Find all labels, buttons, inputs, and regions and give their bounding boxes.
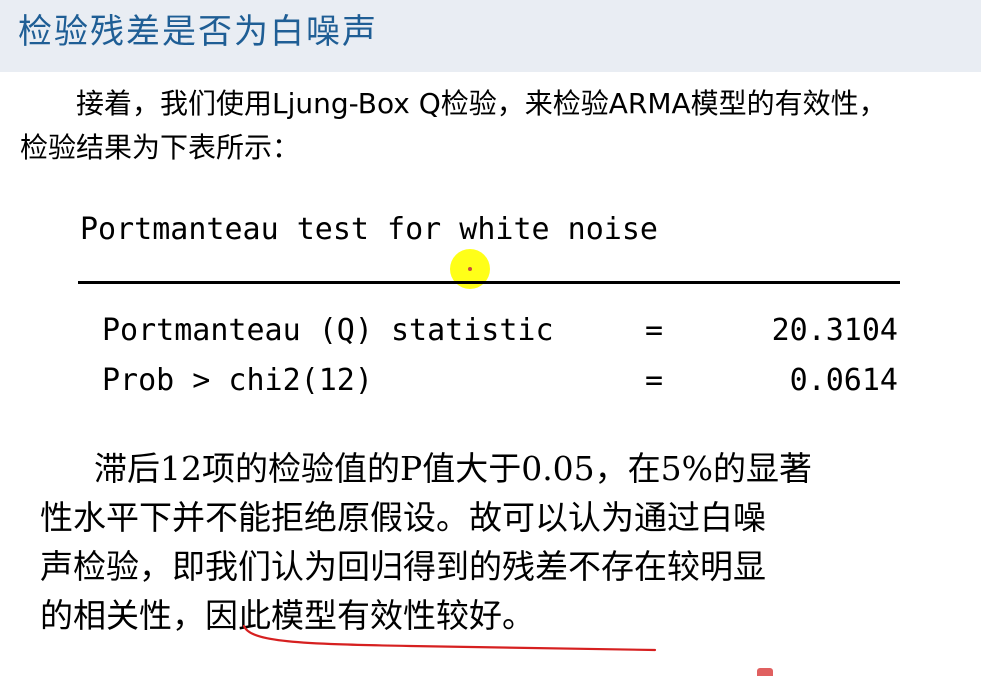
test-row-equals: = [645,313,664,348]
test-row-value: 0.0614 [789,363,898,398]
table-rule [78,281,900,284]
test-heading: Portmanteau test for white noise [80,212,658,247]
red-underline-annotation [242,624,657,652]
title-bar: 检验残差是否为白噪声 [0,0,981,72]
intro-paragraph: 接着，我们使用Ljung-Box Q检验，来检验ARMA模型的有效性， 检验结果… [20,82,981,170]
intro-line-2: 检验结果为下表所示： [20,131,301,164]
test-row-equals: = [645,363,664,398]
test-row-label: Portmanteau (Q) statistic [102,313,554,348]
slide-title: 检验残差是否为白噪声 [18,12,378,52]
conclusion-line: 滞后12项的检验值的P值大于0.05，在5%的显著 [94,449,813,488]
conclusion-line: 声检验，即我们认为回归得到的残差不存在较明显 [40,547,766,586]
test-row-label: Prob > chi2(12) [102,363,373,398]
test-row-value: 20.3104 [771,313,898,348]
intro-line-1: 接着，我们使用Ljung-Box Q检验，来检验ARMA模型的有效性， [76,87,887,120]
conclusion-line: 性水平下并不能拒绝原假设。故可以认为通过白噪 [40,498,766,537]
corner-marker [757,668,773,676]
conclusion-paragraph: 滞后12项的检验值的P值大于0.05，在5%的显著 性水平下并不能拒绝原假设。故… [40,444,940,640]
